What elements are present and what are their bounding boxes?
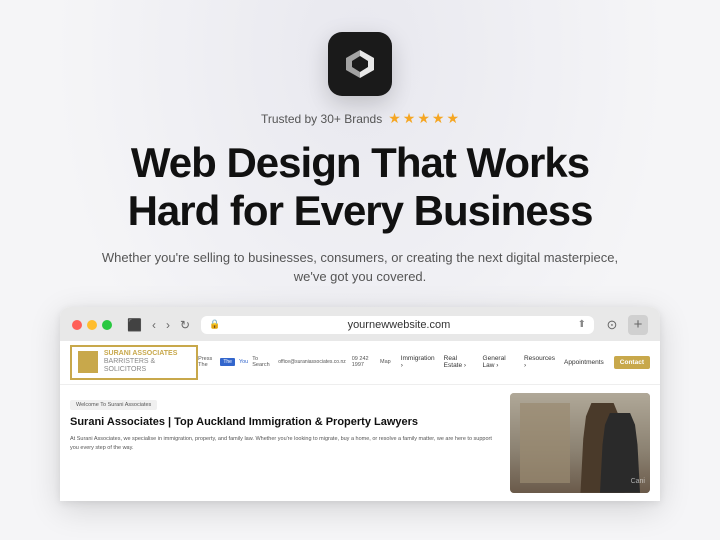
traffic-lights	[72, 320, 112, 330]
star-4: ★	[432, 110, 445, 127]
downloads-button[interactable]: ⊙	[602, 315, 622, 335]
back-button[interactable]: ‹	[149, 316, 159, 334]
browser-mockup: ⬛ ‹ › ↻ 🔒 yournewwebsite.com ⬆ ⊙ +	[60, 307, 660, 501]
logo-svg	[340, 44, 380, 84]
share-icon: ⬆	[578, 319, 586, 330]
traffic-light-yellow[interactable]	[87, 320, 97, 330]
hero-left: Welcome To Surani Associates Surani Asso…	[70, 393, 500, 493]
trusted-text: Trusted by 30+ Brands	[261, 112, 382, 126]
sidebar-toggle-button[interactable]: ⬛	[124, 316, 145, 334]
forward-button[interactable]: ›	[163, 316, 173, 334]
hero-body: At Surani Associates, we specialise in i…	[70, 435, 500, 453]
site-logo-name: SURANI ASSOCIATES	[104, 350, 190, 358]
star-3: ★	[417, 110, 430, 127]
nav-resources[interactable]: Resources ›	[520, 353, 559, 371]
page-content: Trusted by 30+ Brands ★ ★ ★ ★ ★ Web Desi…	[0, 0, 720, 501]
welcome-badge: Welcome To Surani Associates	[70, 400, 157, 410]
nav-immigration[interactable]: Immigration ›	[397, 353, 439, 371]
website-nav: SURANI ASSOCIATES Barristers & Solicitor…	[60, 341, 660, 385]
stars-container: ★ ★ ★ ★ ★	[388, 110, 459, 127]
subheadline: Whether you're selling to businesses, co…	[100, 248, 620, 287]
building-silhouette	[520, 403, 570, 483]
site-logo-sub: Barristers & Solicitors	[104, 358, 190, 375]
browser-nav-buttons: ⬛ ‹ › ↻	[124, 316, 193, 334]
headline-line1: Web Design That Works	[131, 139, 589, 186]
main-headline: Web Design That Works Hard for Every Bus…	[128, 139, 593, 236]
refresh-button[interactable]: ↻	[177, 316, 193, 334]
press-button[interactable]: The	[220, 358, 235, 366]
address-bar[interactable]: 🔒 yournewwebsite.com ⬆	[201, 316, 594, 334]
website-content: SURANI ASSOCIATES Barristers & Solicitor…	[60, 341, 660, 501]
app-logo-icon	[328, 32, 392, 96]
press-label: Press The	[198, 356, 216, 368]
site-press-bar: Press The The You To Search office@suran…	[198, 356, 391, 368]
cani-label: Cani	[631, 478, 645, 485]
add-tab-button[interactable]: +	[628, 315, 648, 335]
phone-text: 09 242 1997	[352, 356, 374, 368]
nav-contact-button[interactable]: Contact	[614, 356, 650, 369]
nav-realestate[interactable]: Real Estate ›	[440, 353, 478, 371]
hero-title: Surani Associates | Top Auckland Immigra…	[70, 415, 500, 429]
site-nav-right: Press The The You To Search office@suran…	[198, 353, 650, 371]
to-search-label: To Search	[252, 356, 270, 368]
hero-image: Cani	[510, 393, 650, 493]
site-logo-icon	[78, 351, 98, 373]
logo-container	[328, 32, 392, 96]
nav-appointments[interactable]: Appointments	[560, 357, 608, 368]
site-logo: SURANI ASSOCIATES Barristers & Solicitor…	[70, 345, 198, 380]
map-text: Map	[380, 359, 391, 365]
browser-action-buttons: ⊙ +	[602, 315, 648, 335]
lock-icon: 🔒	[209, 319, 220, 330]
star-5: ★	[446, 110, 459, 127]
trusted-bar: Trusted by 30+ Brands ★ ★ ★ ★ ★	[261, 110, 459, 127]
traffic-light-red[interactable]	[72, 320, 82, 330]
browser-chrome: ⬛ ‹ › ↻ 🔒 yournewwebsite.com ⬆ ⊙ +	[60, 307, 660, 341]
nav-generallaw[interactable]: General Law ›	[479, 353, 519, 371]
website-hero: Welcome To Surani Associates Surani Asso…	[60, 385, 660, 501]
you-label: You	[239, 359, 248, 365]
email-text: office@suraniassociates.co.nz	[278, 359, 346, 365]
traffic-light-green[interactable]	[102, 320, 112, 330]
url-text: yournewwebsite.com	[226, 319, 571, 331]
star-1: ★	[388, 110, 401, 127]
site-logo-text: SURANI ASSOCIATES Barristers & Solicitor…	[104, 350, 190, 375]
headline-line2: Hard for Every Business	[128, 187, 593, 234]
site-nav-links: Immigration › Real Estate › General Law …	[397, 353, 608, 371]
star-2: ★	[403, 110, 416, 127]
site-logo-svg	[80, 354, 96, 370]
